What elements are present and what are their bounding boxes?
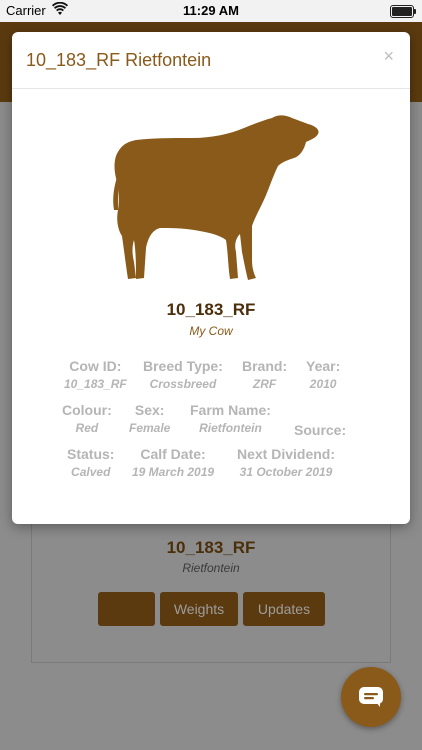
farm-name-value: Rietfontein bbox=[199, 421, 262, 435]
status-label: Status: bbox=[67, 446, 115, 462]
farm-name-label: Farm Name: bbox=[190, 402, 271, 418]
weights-button[interactable]: Weights bbox=[160, 592, 238, 626]
field-brand: Brand: ZRF bbox=[242, 358, 287, 391]
field-source: Source: bbox=[294, 422, 346, 441]
field-breed-type: Breed Type: Crossbreed bbox=[143, 358, 223, 391]
battery-icon bbox=[390, 5, 416, 18]
field-status: Status: Calved bbox=[67, 446, 114, 479]
cow-silhouette bbox=[113, 115, 319, 280]
chat-icon bbox=[359, 687, 383, 707]
breed-type-value: Crossbreed bbox=[149, 377, 217, 391]
sex-label: Sex: bbox=[134, 402, 165, 418]
modal-title: 10_183_RF Rietfontein bbox=[26, 50, 212, 70]
breed-type-label: Breed Type: bbox=[143, 358, 223, 374]
year-value: 2010 bbox=[309, 377, 337, 391]
field-cow-id: Cow ID: 10_183_RF bbox=[64, 358, 127, 391]
card-details-button[interactable] bbox=[98, 592, 155, 626]
cow-id-value: 10_183_RF bbox=[64, 377, 127, 391]
modal-header: 10_183_RF Rietfontein × bbox=[12, 32, 410, 89]
sex-value: Female bbox=[129, 421, 171, 435]
field-calf-date: Calf Date: 19 March 2019 bbox=[132, 446, 214, 479]
close-button[interactable]: × bbox=[383, 46, 394, 67]
field-year: Year: 2010 bbox=[306, 358, 340, 391]
chat-button[interactable] bbox=[341, 667, 401, 727]
next-dividend-label: Next Dividend: bbox=[237, 446, 336, 462]
calf-date-label: Calf Date: bbox=[140, 446, 206, 462]
next-dividend-value: 31 October 2019 bbox=[239, 465, 333, 479]
field-next-dividend: Next Dividend: 31 October 2019 bbox=[237, 446, 335, 479]
card-farm-name: Rietfontein bbox=[182, 561, 240, 575]
source-label: Source: bbox=[294, 422, 347, 438]
field-farm-name: Farm Name: Rietfontein bbox=[190, 402, 271, 435]
colour-label: Colour: bbox=[62, 402, 112, 418]
brand-label: Brand: bbox=[242, 358, 288, 374]
cow-details-modal: 10_183_RF Rietfontein × 10_183_RF My Cow… bbox=[12, 32, 410, 524]
status-bar: Carrier 11:29 AM bbox=[0, 0, 422, 22]
cow-card: 10_183_RF Rietfontein Weights Updates bbox=[31, 520, 391, 663]
clock: 11:29 AM bbox=[183, 3, 239, 18]
brand-value: ZRF bbox=[252, 377, 277, 391]
cow-subtitle: My Cow bbox=[189, 324, 233, 338]
field-sex: Sex: Female bbox=[129, 402, 170, 435]
calf-date-value: 19 March 2019 bbox=[132, 465, 215, 479]
year-label: Year: bbox=[306, 358, 341, 374]
colour-value: Red bbox=[75, 421, 99, 435]
updates-button[interactable]: Updates bbox=[243, 592, 325, 626]
cow-name: 10_183_RF bbox=[166, 300, 256, 319]
card-cow-name: 10_183_RF bbox=[166, 538, 256, 557]
status-value: Calved bbox=[71, 465, 111, 479]
cow-id-label: Cow ID: bbox=[69, 358, 122, 374]
field-colour: Colour: Red bbox=[62, 402, 112, 435]
